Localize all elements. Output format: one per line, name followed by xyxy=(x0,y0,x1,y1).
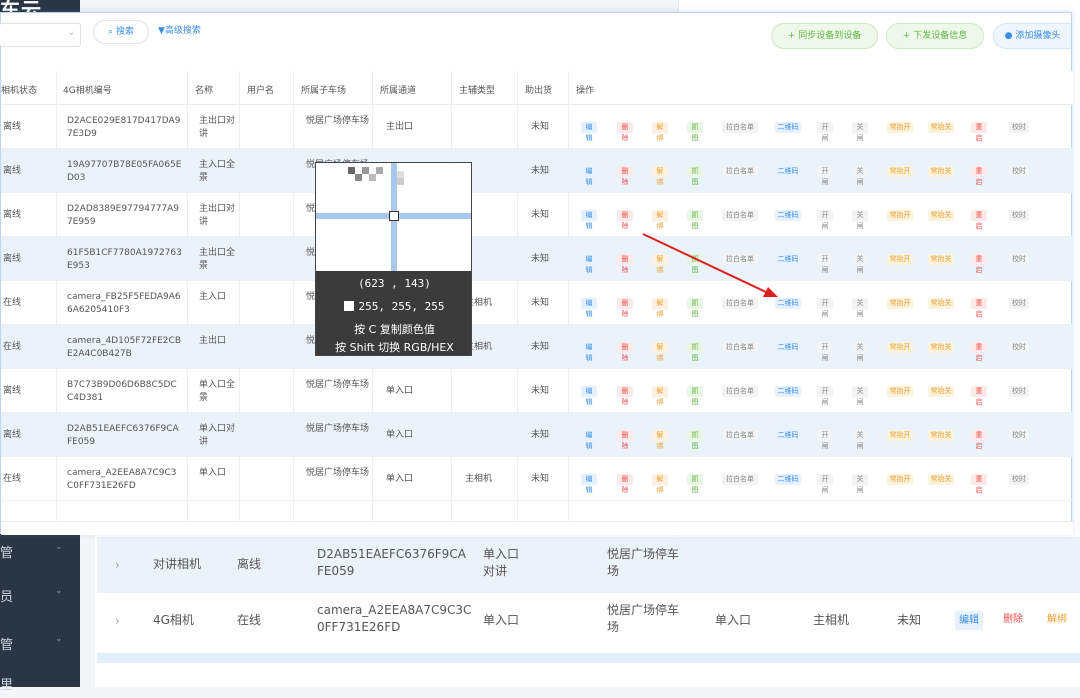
annotation-arrow-icon xyxy=(642,233,778,297)
